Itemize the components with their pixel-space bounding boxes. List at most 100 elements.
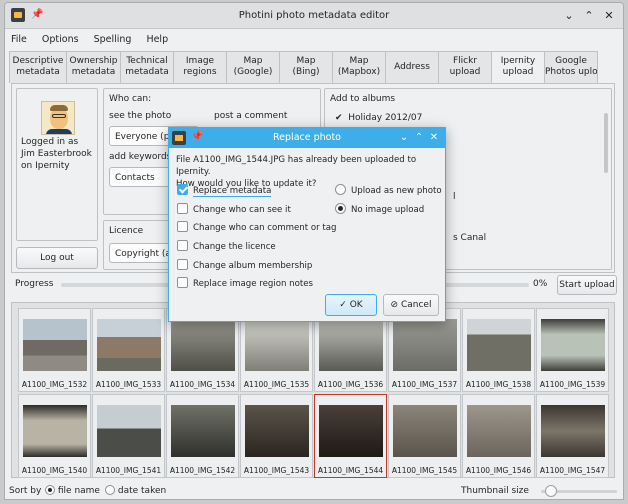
sort-file-name-radio[interactable]: file name bbox=[45, 485, 100, 496]
thumbnail-caption: A1100_IMG_1546 bbox=[465, 466, 532, 475]
photo-thumbnail bbox=[97, 319, 161, 371]
album-item[interactable]: l bbox=[453, 192, 456, 202]
thumbnail-caption: A1100_IMG_1545 bbox=[391, 466, 458, 475]
thumbnail-caption: A1100_IMG_1539 bbox=[539, 380, 606, 389]
tab-label: Google bbox=[555, 56, 587, 66]
tab-flickr[interactable]: Flickr upload bbox=[438, 51, 492, 83]
tab-ownership[interactable]: Ownership metadata bbox=[66, 51, 121, 83]
photo-thumbnail bbox=[245, 405, 309, 457]
thumbnail-item[interactable]: ⚐ A1100_IMG_1538 bbox=[462, 308, 535, 392]
button-label: OK bbox=[349, 300, 363, 310]
thumbnail-caption: A1100_IMG_1533 bbox=[95, 380, 162, 389]
progress-percent: 0% bbox=[533, 279, 548, 289]
tab-map-bing[interactable]: Map (Bing) bbox=[279, 51, 333, 83]
user-line-2: Jim Easterbrook bbox=[21, 149, 92, 159]
menu-bar: File Options Spelling Help bbox=[5, 29, 623, 49]
cancel-button[interactable]: ⊘ Cancel bbox=[383, 294, 439, 316]
radio-label: date taken bbox=[117, 486, 167, 496]
album-item[interactable]: s Canal bbox=[453, 233, 486, 243]
radio-label: No image upload bbox=[351, 205, 425, 215]
dialog-title-bar: 📌 Replace photo ⌄ ⌃ ✕ bbox=[169, 128, 445, 148]
maximize-icon[interactable]: ⌃ bbox=[412, 130, 426, 146]
thumbnail-item[interactable]: ⚐ A1100_IMG_1544 bbox=[314, 394, 387, 478]
thumbnail-size-label: Thumbnail size bbox=[461, 486, 529, 496]
tab-label: Photos uplo bbox=[545, 67, 598, 77]
replace-regions-checkbox[interactable]: Replace image region notes bbox=[177, 277, 313, 289]
tab-label: Map bbox=[296, 56, 316, 66]
change-who-checkbox[interactable]: Change who can see it bbox=[177, 203, 291, 215]
thumbnail-item[interactable]: ⚐ A1100_IMG_1532 bbox=[18, 308, 91, 392]
progress-label: Progress bbox=[15, 279, 54, 289]
tab-map-google[interactable]: Map (Google) bbox=[226, 51, 280, 83]
album-item[interactable]: ✔ Holiday 2012/07 bbox=[335, 113, 422, 123]
tab-label: Map bbox=[349, 56, 369, 66]
thumbnail-caption: A1100_IMG_1538 bbox=[465, 380, 532, 389]
tab-ipernity[interactable]: Ipernity upload bbox=[491, 51, 545, 84]
thumbnail-caption: A1100_IMG_1537 bbox=[391, 380, 458, 389]
minimize-icon[interactable]: ⌄ bbox=[397, 130, 411, 146]
thumbnail-item[interactable]: ⚐ A1100_IMG_1543 bbox=[240, 394, 313, 478]
thumbnail-grid: ⚐ A1100_IMG_1532 ⚐ A1100_IMG_1533 ⚐ A1100_IMG… bbox=[11, 302, 615, 478]
menu-help[interactable]: Help bbox=[146, 34, 168, 45]
checkbox-label: Change who can comment or tag bbox=[193, 223, 337, 233]
radio-label: file name bbox=[57, 486, 100, 496]
minimize-icon[interactable]: ⌄ bbox=[561, 8, 577, 24]
thumbnail-item[interactable]: ⚐ A1100_IMG_1545 bbox=[388, 394, 461, 478]
photo-thumbnail bbox=[541, 405, 605, 457]
thumbnail-item[interactable]: ⚐ A1100_IMG_1539 bbox=[536, 308, 609, 392]
menu-options[interactable]: Options bbox=[42, 34, 79, 45]
change-licence-checkbox[interactable]: Change the licence bbox=[177, 240, 276, 252]
slider-handle[interactable] bbox=[545, 485, 557, 497]
radio-icon bbox=[335, 184, 346, 195]
tab-google-photos[interactable]: Google Photos uplo bbox=[544, 51, 598, 83]
cancel-icon: ⊘ bbox=[390, 300, 399, 310]
radio-selected-icon bbox=[335, 203, 346, 214]
maximize-icon[interactable]: ⌃ bbox=[581, 8, 597, 24]
tab-image-regions[interactable]: Image regions bbox=[173, 51, 227, 83]
tab-technical[interactable]: Technical metadata bbox=[120, 51, 174, 83]
status-bar: Sort by file name date taken Thumbnail s… bbox=[5, 482, 623, 499]
thumbnail-caption: A1100_IMG_1547 bbox=[539, 466, 606, 475]
tab-label: metadata bbox=[16, 67, 60, 77]
no-upload-radio[interactable]: No image upload bbox=[335, 203, 424, 215]
thumbnail-caption: A1100_IMG_1541 bbox=[95, 466, 162, 475]
photo-thumbnail bbox=[467, 405, 531, 457]
photo-thumbnail bbox=[319, 405, 383, 457]
thumbnail-caption: A1100_IMG_1535 bbox=[243, 380, 310, 389]
close-icon[interactable]: ✕ bbox=[601, 8, 617, 24]
tab-descriptive[interactable]: Descriptive metadata bbox=[9, 51, 67, 83]
close-icon[interactable]: ✕ bbox=[427, 130, 441, 146]
thumbnail-item[interactable]: ⚐ A1100_IMG_1547 bbox=[536, 394, 609, 478]
ok-button[interactable]: ✓ OK bbox=[325, 294, 377, 316]
thumbnail-item[interactable]: ⚐ A1100_IMG_1542 bbox=[166, 394, 239, 478]
start-upload-button[interactable]: Start upload bbox=[557, 275, 617, 295]
tab-map-mapbox[interactable]: Map (Mapbox) bbox=[332, 51, 386, 83]
albums-scrollbar[interactable] bbox=[604, 113, 608, 173]
thumbnail-item[interactable]: ⚐ A1100_IMG_1540 bbox=[18, 394, 91, 478]
tab-label: Map bbox=[243, 56, 263, 66]
replace-metadata-checkbox[interactable]: Replace metadata bbox=[177, 184, 272, 197]
thumbnail-item[interactable]: ⚐ A1100_IMG_1546 bbox=[462, 394, 535, 478]
upload-new-radio[interactable]: Upload as new photo bbox=[335, 184, 442, 196]
checkbox-label: Replace image region notes bbox=[193, 279, 313, 289]
tab-label: upload bbox=[502, 67, 534, 77]
checkbox-label: Change album membership bbox=[193, 261, 313, 271]
photo-thumbnail bbox=[23, 319, 87, 371]
sort-date-taken-radio[interactable]: date taken bbox=[105, 485, 166, 496]
photo-thumbnail bbox=[245, 319, 309, 371]
menu-spelling[interactable]: Spelling bbox=[94, 34, 132, 45]
thumbnail-item[interactable]: ⚐ A1100_IMG_1541 bbox=[92, 394, 165, 478]
change-album-checkbox[interactable]: Change album membership bbox=[177, 259, 312, 271]
tab-address[interactable]: Address bbox=[385, 51, 439, 83]
checkbox-label: Change the licence bbox=[193, 242, 276, 252]
button-label: Cancel bbox=[400, 300, 432, 310]
logout-button[interactable]: Log out bbox=[16, 247, 98, 269]
photo-thumbnail bbox=[393, 319, 457, 371]
change-comment-checkbox[interactable]: Change who can comment or tag bbox=[177, 221, 336, 233]
tab-bar: Descriptive metadata Ownership metadata Te… bbox=[9, 51, 598, 84]
see-photo-label: see the photo bbox=[109, 111, 172, 121]
thumbnail-item[interactable]: ⚐ A1100_IMG_1533 bbox=[92, 308, 165, 392]
tab-label: metadata bbox=[125, 67, 169, 77]
thumbnail-caption: A1100_IMG_1544 bbox=[317, 466, 384, 475]
menu-file[interactable]: File bbox=[11, 34, 27, 45]
